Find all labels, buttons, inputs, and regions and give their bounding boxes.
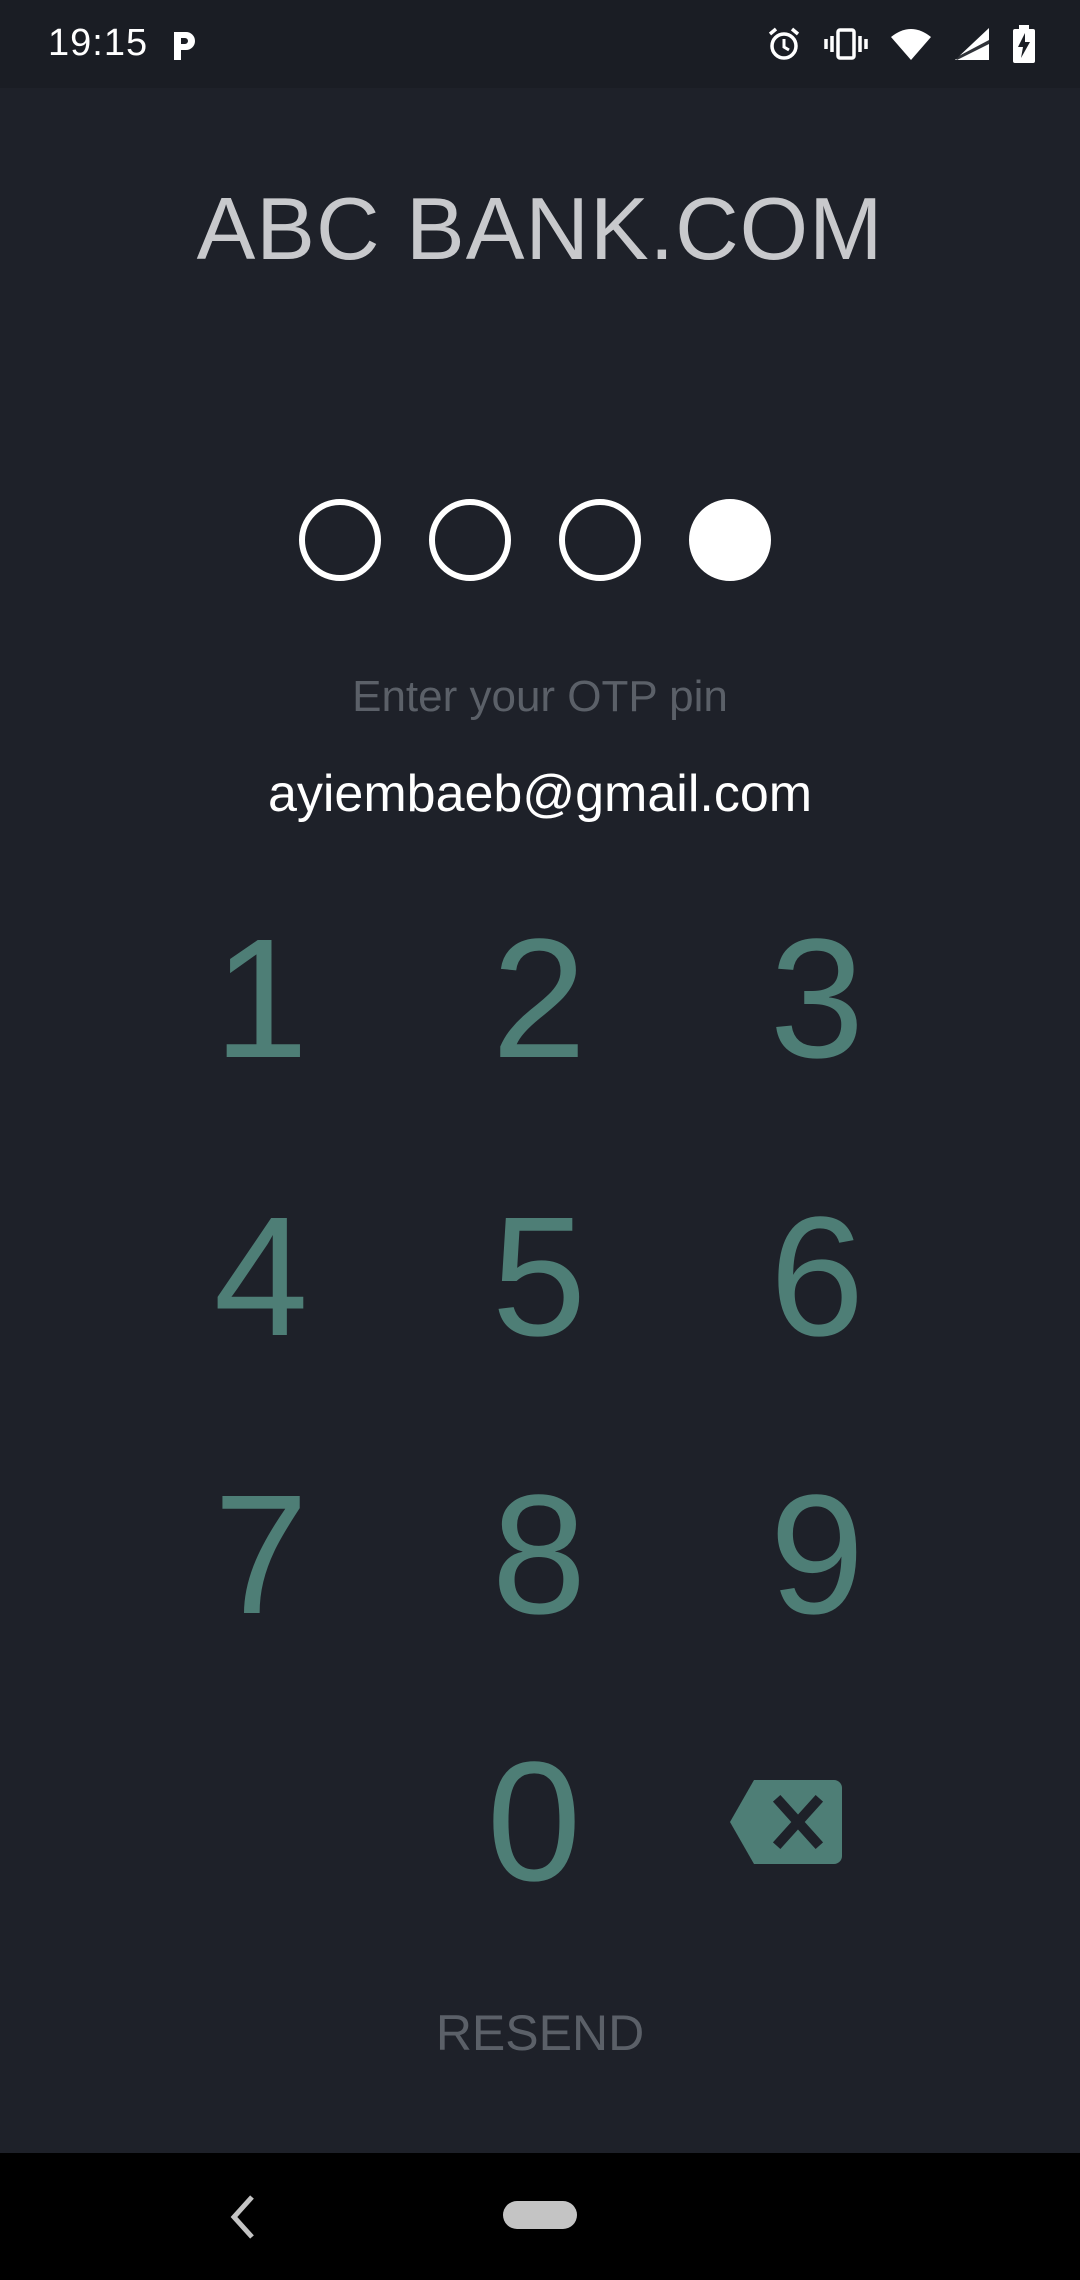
pin-dot-4 [689,499,771,581]
resend-button[interactable]: RESEND [0,2004,1080,2062]
signal-icon [955,28,989,60]
email-address: ayiembaeb@gmail.com [267,765,813,823]
app-title: ABC BANK.COM [196,179,884,278]
key-8[interactable]: 8 [439,1455,639,1655]
home-pill-icon[interactable] [503,2201,577,2229]
key-0[interactable]: 0 [434,1722,634,1922]
status-time: 19:15 [48,22,149,64]
status-icons [766,24,1036,64]
pin-dot-3 [559,499,641,581]
battery-charging-icon [1013,25,1035,63]
pin-dot-2 [429,499,511,581]
key-6[interactable]: 6 [717,1177,917,1377]
pin-indicator [299,499,771,581]
navigation-bar [0,2153,1080,2280]
backspace-button[interactable] [686,1722,886,1922]
alarm-icon [768,27,800,60]
parking-icon [174,32,195,60]
back-icon[interactable] [222,2189,262,2245]
backspace-icon [730,1780,842,1864]
key-7[interactable]: 7 [161,1455,361,1655]
key-9[interactable]: 9 [717,1455,917,1655]
key-1[interactable]: 1 [161,899,361,1099]
numeric-keypad: 1 2 3 4 5 6 7 8 9 0 [0,0,1080,2280]
pin-dot-1 [299,499,381,581]
otp-prompt: Enter your OTP pin [352,672,728,721]
vibrate-icon [824,28,868,60]
key-4[interactable]: 4 [161,1177,361,1377]
key-5[interactable]: 5 [439,1177,639,1377]
key-3[interactable]: 3 [717,899,917,1099]
status-bar: 19:15 [0,0,1080,88]
wifi-icon [891,29,931,60]
key-2[interactable]: 2 [439,899,639,1099]
